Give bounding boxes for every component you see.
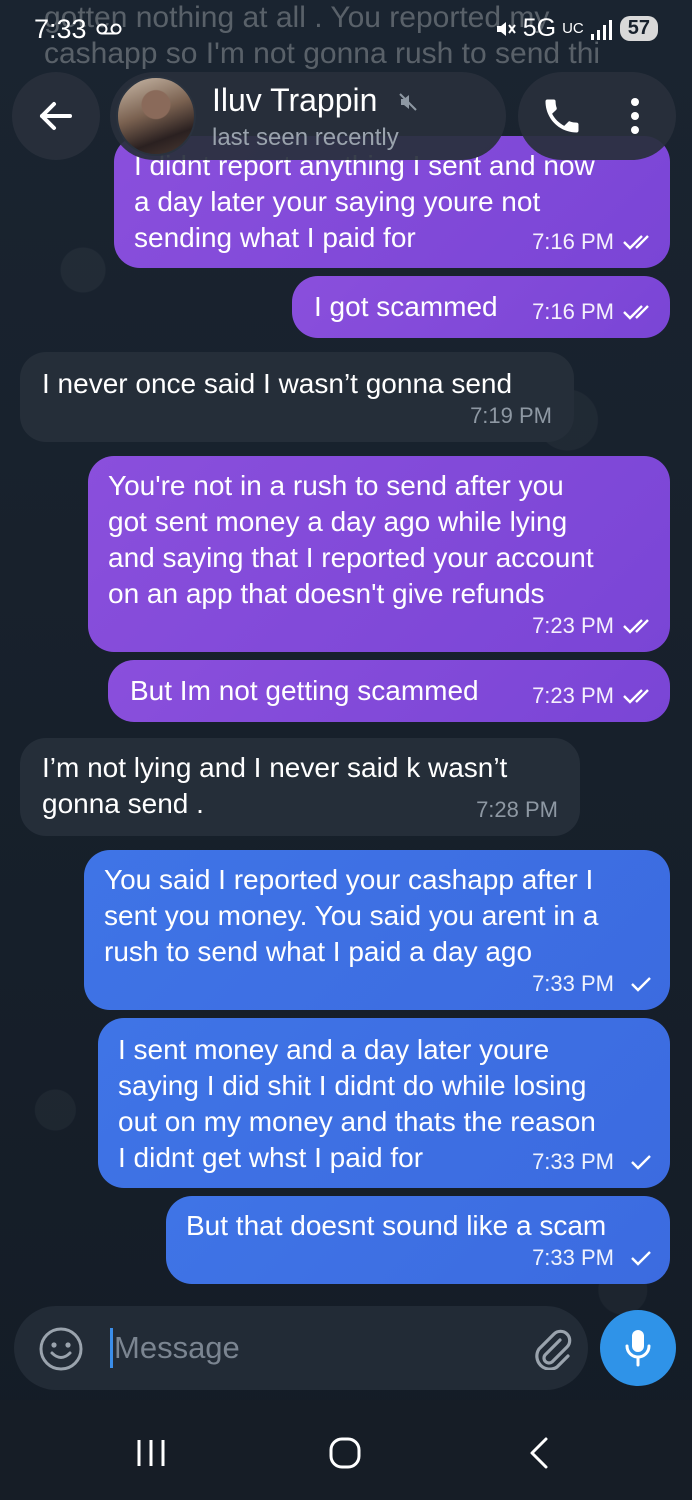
back-arrow-icon (40, 102, 72, 130)
message-meta: 7:33 PM (532, 1240, 656, 1276)
avatar[interactable] (116, 76, 196, 156)
status-indicators: 5G UC 57 (493, 14, 658, 43)
message-meta: 7:33 PM (532, 966, 656, 1002)
network-subtype: UC (562, 20, 584, 37)
single-check-icon (631, 1251, 651, 1266)
message-text: I got scammed (314, 291, 498, 322)
emoji-icon[interactable] (38, 1326, 84, 1372)
message-text: You said I reported your cashapp after I… (104, 864, 599, 967)
message-time: 7:16 PM (532, 299, 614, 324)
message-bubble-outgoing[interactable]: You're not in a rush to send after you g… (88, 456, 670, 652)
mute-vibrate-icon (496, 21, 516, 36)
message-bubble-outgoing[interactable]: But Im not getting scammed 7:23 PM (108, 660, 670, 722)
message-meta: 7:28 PM (476, 792, 558, 828)
message-time: 7:28 PM (476, 797, 558, 822)
signal-icon (590, 19, 612, 40)
phone-call-icon[interactable] (540, 94, 584, 138)
message-time: 7:33 PM (532, 1149, 614, 1174)
double-check-icon (623, 235, 649, 250)
double-check-icon (623, 689, 649, 704)
message-bubble-incoming[interactable]: I’m not lying and I never said k wasn’t … (20, 738, 580, 836)
attachment-paperclip-icon[interactable] (530, 1326, 572, 1370)
message-text: But that doesnt sound like a scam (186, 1210, 607, 1241)
message-text: But Im not getting scammed (130, 675, 479, 706)
last-seen-status: last seen recently (212, 124, 399, 151)
message-time: 7:23 PM (532, 683, 614, 708)
recent-apps-icon[interactable] (134, 1438, 168, 1468)
message-meta: 7:23 PM (532, 608, 656, 644)
message-input[interactable] (114, 1324, 494, 1372)
text-cursor (110, 1328, 113, 1368)
message-bubble-outgoing[interactable]: I sent money and a day later youre sayin… (98, 1018, 670, 1188)
message-bubble-incoming[interactable]: I never once said I wasn’t gonna send 7:… (20, 352, 574, 442)
battery-level: 57 (619, 16, 658, 41)
message-meta: 7:16 PM (532, 294, 656, 330)
more-options-icon[interactable] (620, 94, 650, 138)
back-button[interactable] (12, 72, 100, 160)
home-icon[interactable] (328, 1436, 362, 1470)
microphone-icon (625, 1330, 651, 1367)
single-check-icon (631, 1155, 651, 1170)
double-check-icon (623, 619, 649, 634)
status-time: 7:33 (34, 14, 87, 44)
message-bubble-outgoing[interactable]: But that doesnt sound like a scam 7:33 P… (166, 1196, 670, 1284)
message-text: You're not in a rush to send after you g… (108, 470, 594, 609)
nav-back-icon[interactable] (526, 1436, 552, 1470)
message-time: 7:23 PM (532, 613, 614, 638)
message-bubble-outgoing[interactable]: You said I reported your cashapp after I… (84, 850, 670, 1010)
status-bar: 7:33 5G UC 57 (0, 0, 692, 64)
single-check-icon (631, 977, 651, 992)
voicemail-icon (96, 23, 122, 35)
network-type: 5G (522, 14, 557, 42)
message-meta: 7:23 PM (532, 678, 656, 714)
message-time: 7:16 PM (532, 229, 614, 254)
contact-name[interactable]: Iluv Trappin (212, 82, 377, 119)
message-meta: 7:16 PM (532, 224, 656, 260)
message-time: 7:33 PM (532, 971, 614, 996)
message-time: 7:33 PM (532, 1245, 614, 1270)
muted-icon (399, 93, 417, 111)
voice-record-button[interactable] (600, 1310, 676, 1386)
message-meta: 7:33 PM (532, 1144, 656, 1180)
message-time: 7:19 PM (470, 403, 552, 428)
message-text: I never once said I wasn’t gonna send (42, 368, 513, 399)
double-check-icon (623, 305, 649, 320)
message-meta: 7:19 PM (470, 398, 552, 434)
message-bubble-outgoing[interactable]: I got scammed 7:16 PM (292, 276, 670, 338)
